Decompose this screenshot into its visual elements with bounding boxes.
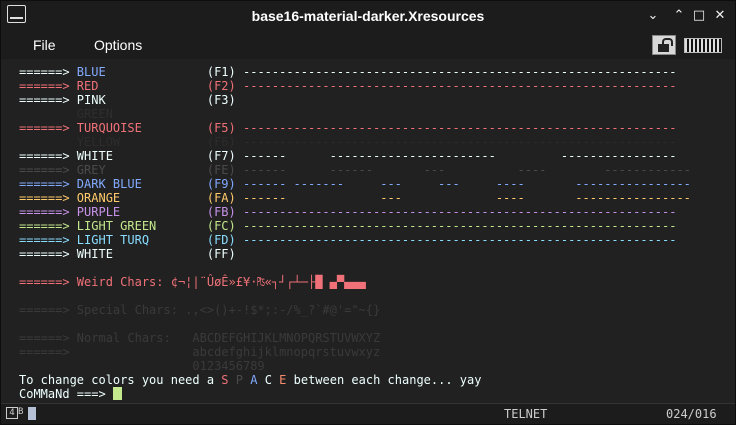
terminal-screen[interactable]: ======> BLUE (F1) ----------------------… — [5, 59, 731, 402]
terminal-line: ======> DARK BLUE (F9) ------ ------- --… — [19, 177, 691, 191]
terminal-text: ======> TURQUOISE (F5) -----------------… — [19, 121, 677, 135]
window-title: base16-material-darker.Xresources — [251, 8, 485, 24]
terminal-text: 0123456789 — [19, 359, 265, 373]
terminal-text: ======> Weird Chars: ¢¬¦|¨ÛøÊ»£¥·₧«┐┘┌┴─… — [19, 275, 366, 289]
terminal-line: GREEN — [19, 107, 113, 121]
terminal-window: base16-material-darker.Xresources ⌄ ⌃ □ … — [0, 0, 736, 425]
terminal-line — [19, 261, 26, 275]
terminal-text: ======> WHITE (FF) — [19, 247, 236, 261]
terminal-line: ======> WHITE (F7) ------ --------------… — [19, 149, 676, 163]
menu-options[interactable]: Options — [94, 37, 142, 53]
terminal-text: P — [235, 373, 243, 387]
status-bar: 4 B TELNET 024/016 — [1, 403, 735, 424]
terminal-text: between each change... yay — [286, 373, 482, 387]
status-indicator-icon: 4 — [6, 407, 18, 419]
terminal-line: ======> PINK (F3) — [19, 93, 236, 107]
terminal-line: 0123456789 — [19, 359, 265, 373]
terminal-text: ======> RED (F2) -----------------------… — [19, 79, 677, 93]
cursor-position: 024/016 — [666, 407, 717, 421]
terminal-text: ======> LIGHT GREEN (FC) ---------------… — [19, 219, 677, 233]
terminal-line: ======> GREY (FE) ------ ------ --- ----… — [19, 163, 691, 177]
menu-file[interactable]: File — [33, 37, 56, 53]
title-bar[interactable]: base16-material-darker.Xresources ⌄ ⌃ □ … — [1, 1, 735, 32]
terminal-line: ======> TURQUOISE (F5) -----------------… — [19, 121, 676, 135]
terminal-line: ======> abcdefghijklmnopqrstuvwxyz — [19, 345, 380, 359]
terminal-line: YELLOW (F6) ----------------------------… — [19, 135, 677, 149]
terminal-line: ======> LIGHT GREEN (FC) ---------------… — [19, 219, 676, 233]
terminal-text: ======> ORANGE (FA) ------ --- ---- ----… — [19, 191, 691, 205]
terminal-line — [19, 317, 26, 331]
close-button[interactable]: ✕ — [711, 7, 729, 25]
minimize-button[interactable]: ⌄ — [644, 7, 662, 25]
terminal-text: ======> Normal Chars: ABCDEFGHIJKLMNOPQR… — [19, 331, 381, 345]
terminal-line: ======> Weird Chars: ¢¬¦|¨ÛøÊ»£¥·₧«┐┘┌┴─… — [19, 275, 366, 289]
terminal-text: CoMMaNd ===> — [19, 387, 113, 401]
maximize-button[interactable]: ⌃ — [670, 7, 688, 25]
terminal-text: YELLOW (F6) ----------------------------… — [19, 135, 677, 149]
terminal-line: ======> BLUE (F1) ----------------------… — [19, 65, 676, 79]
terminal-text: ======> DARK BLUE (F9) ------ ------- --… — [19, 177, 691, 191]
terminal-text: ======> Special Chars: .,<>()+-!$*;:-/%_… — [19, 303, 381, 317]
terminal-text: ----------------------------------------… — [235, 65, 677, 79]
terminal-line — [19, 289, 26, 303]
terminal-text: ======> WHITE (F7) ------ --------------… — [19, 149, 677, 163]
terminal-text: ======> LIGHT TURQ (FD) ----------------… — [19, 233, 677, 247]
terminal-line: ======> WHITE (FF) — [19, 247, 236, 261]
terminal-line: ======> RED (F2) -----------------------… — [19, 79, 676, 93]
menu-bar: File Options — [1, 32, 735, 59]
terminal-text: GREEN — [19, 107, 113, 121]
restore-button[interactable]: □ — [690, 7, 708, 25]
terminal-text: C — [264, 373, 272, 387]
connection-mode: TELNET — [504, 407, 548, 421]
terminal-cursor — [112, 387, 122, 400]
terminal-line: ======> LIGHT TURQ (FD) ----------------… — [19, 233, 676, 247]
terminal-line: To change colors you need a S P A C E be… — [19, 373, 481, 387]
terminal-text: BLUE — [76, 65, 106, 79]
terminal-line: ======> PURPLE (FB) --------------------… — [19, 205, 676, 219]
status-block-icon — [28, 407, 36, 420]
terminal-text: ======> PINK (F3) — [19, 93, 236, 107]
status-indicator-b: B — [18, 407, 24, 417]
terminal-line: CoMMaNd ===> — [19, 387, 122, 401]
terminal-line: ======> Normal Chars: ABCDEFGHIJKLMNOPQR… — [19, 331, 380, 345]
terminal-text: ======> PURPLE (FB) --------------------… — [19, 205, 677, 219]
terminal-text: ======> abcdefghijklmnopqrstuvwxyz — [19, 345, 381, 359]
lock-icon[interactable] — [652, 35, 676, 55]
terminal-text: ======> — [19, 65, 77, 79]
terminal-text: S — [221, 373, 229, 387]
terminal-line: ======> ORANGE (FA) ------ --- ---- ----… — [19, 191, 691, 205]
keyboard-icon[interactable] — [684, 38, 722, 53]
terminal-line: ======> Special Chars: .,<>()+-!$*;:-/%_… — [19, 303, 380, 317]
terminal-text: To change colors you need a — [19, 373, 222, 387]
terminal-text: (F1) — [206, 65, 236, 79]
terminal-text: ======> GREY (FE) ------ ------ --- ----… — [19, 163, 691, 177]
